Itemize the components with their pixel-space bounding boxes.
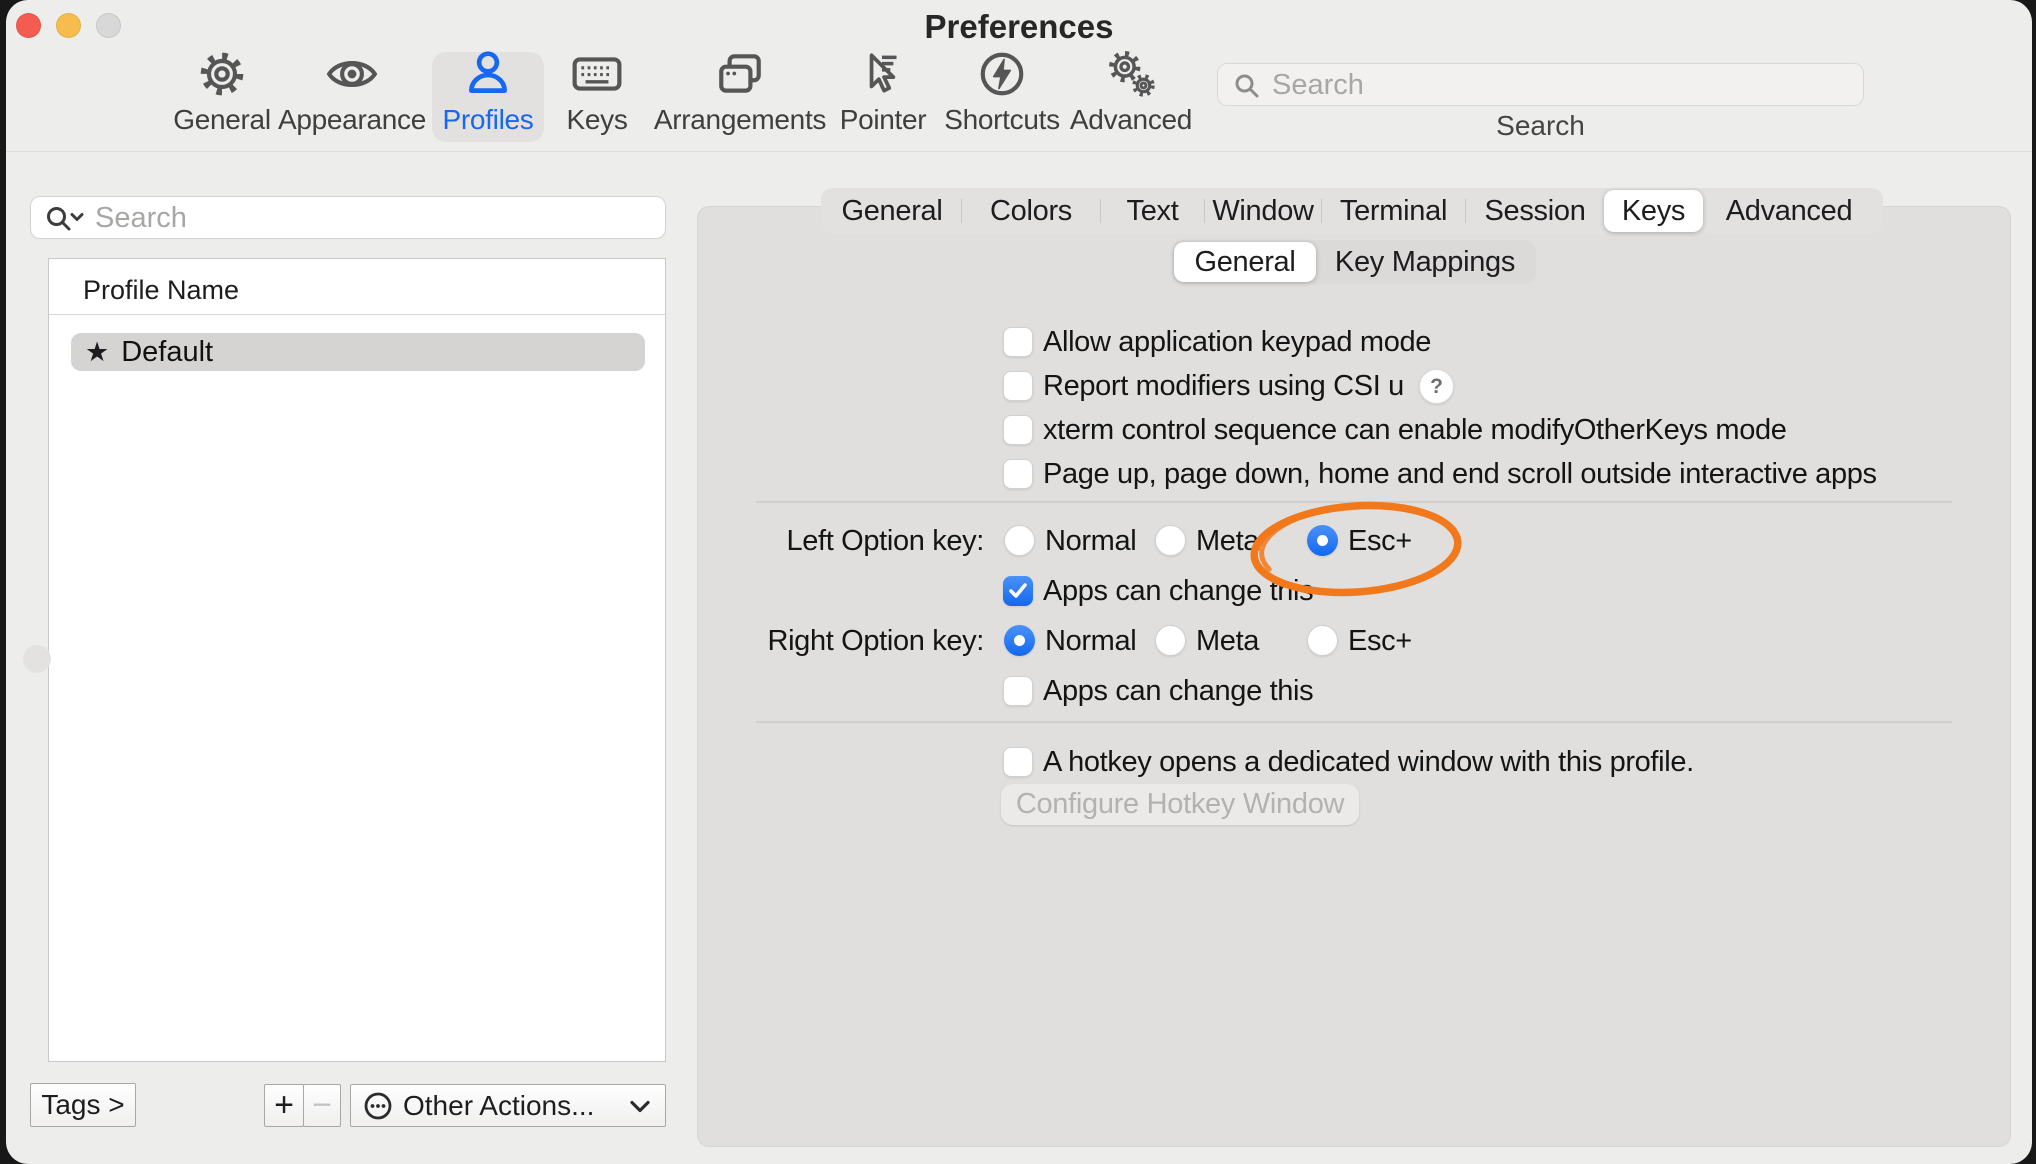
tab-window[interactable]: Window	[1205, 190, 1321, 232]
minus-icon: −	[312, 1086, 332, 1125]
tab-session[interactable]: Session	[1466, 190, 1604, 232]
hotkey-row: A hotkey opens a dedicated window with t…	[698, 742, 2010, 782]
add-profile-button[interactable]: +	[264, 1084, 304, 1127]
right-option-esc-radio[interactable]	[1307, 625, 1338, 656]
checkbox-label: Page up, page down, home and end scroll …	[1043, 454, 1877, 494]
eye-icon	[326, 48, 378, 100]
bolt-circle-icon	[976, 48, 1028, 100]
magnifier-chevron-icon	[45, 205, 87, 233]
right-apps-change-checkbox[interactable]	[1003, 676, 1033, 706]
toolbar-search-label: Search	[1217, 110, 1864, 142]
checkbox-label: xterm control sequence can enable modify…	[1043, 410, 1787, 450]
modify-other-keys-checkbox[interactable]	[1003, 415, 1033, 445]
left-option-esc-radio[interactable]	[1307, 525, 1338, 556]
keys-settings-panel: Allow application keypad mode Report mod…	[697, 206, 2011, 1147]
star-icon: ★	[85, 337, 109, 368]
checkbox-row: Page up, page down, home and end scroll …	[698, 454, 2010, 494]
keyboard-icon	[571, 48, 623, 100]
remove-profile-button[interactable]: −	[303, 1084, 341, 1127]
checkmark-icon	[1008, 582, 1028, 600]
toolbar-label: Advanced	[1043, 104, 1219, 136]
gear-icon	[196, 48, 248, 100]
radio-label: Meta	[1196, 621, 1259, 661]
profile-search-field[interactable]	[30, 196, 666, 239]
help-button[interactable]: ?	[1419, 369, 1454, 404]
cursor-icon	[857, 48, 909, 100]
csi-u-checkbox[interactable]	[1003, 371, 1033, 401]
checkbox-label: Apps can change this	[1043, 671, 1313, 711]
sidebar-edge-dot	[23, 645, 51, 673]
other-actions-dropdown[interactable]: Other Actions...	[350, 1084, 666, 1127]
section-divider	[756, 501, 1952, 503]
profile-name: Default	[121, 336, 213, 369]
right-option-row: Right Option key: Normal Meta Esc+	[698, 621, 2010, 661]
checkbox-row: Allow application keypad mode	[698, 322, 2010, 362]
right-option-normal-radio[interactable]	[1004, 625, 1035, 656]
left-option-normal-radio[interactable]	[1004, 525, 1035, 556]
left-option-row: Left Option key: Normal Meta Esc+	[698, 521, 2010, 561]
left-apps-change-row: Apps can change this	[698, 571, 2010, 611]
section-divider	[756, 721, 1952, 723]
tab-text[interactable]: Text	[1101, 190, 1204, 232]
radio-label: Esc+	[1348, 621, 1412, 661]
keys-subtab-bar: General Key Mappings	[1172, 240, 1536, 284]
subtab-key-mappings[interactable]: Key Mappings	[1316, 242, 1534, 282]
tab-colors[interactable]: Colors	[962, 190, 1100, 232]
checkbox-row: xterm control sequence can enable modify…	[698, 410, 2010, 450]
tab-general[interactable]: General	[823, 190, 961, 232]
allow-keypad-checkbox[interactable]	[1003, 327, 1033, 357]
checkbox-label: Allow application keypad mode	[1043, 322, 1431, 362]
toolbar-item-advanced[interactable]: Advanced	[1043, 48, 1219, 144]
configure-hotkey-window-label: Configure Hotkey Window	[1016, 788, 1344, 821]
magnifier-icon	[1234, 73, 1260, 99]
right-apps-change-row: Apps can change this	[698, 671, 2010, 711]
radio-label: Esc+	[1348, 521, 1412, 561]
ellipsis-circle-icon	[363, 1091, 393, 1121]
checkbox-row: Report modifiers using CSI u ?	[698, 366, 2010, 406]
gears-icon	[1105, 48, 1157, 100]
checkbox-label: A hotkey opens a dedicated window with t…	[1043, 742, 1694, 782]
windows-icon	[714, 48, 766, 100]
tab-advanced[interactable]: Advanced	[1703, 190, 1875, 232]
subtab-general[interactable]: General	[1174, 242, 1316, 282]
window-title: Preferences	[6, 8, 2032, 46]
hotkey-checkbox[interactable]	[1003, 747, 1033, 777]
person-icon	[462, 48, 514, 100]
checkbox-label: Apps can change this	[1043, 571, 1313, 611]
profile-search-input[interactable]	[93, 199, 657, 237]
profile-list: Profile Name ★ Default	[48, 258, 666, 1062]
other-actions-label: Other Actions...	[403, 1090, 594, 1122]
radio-label: Normal	[1045, 521, 1136, 561]
toolbar-search-field[interactable]	[1217, 63, 1864, 106]
tab-keys[interactable]: Keys	[1604, 190, 1703, 232]
chevron-down-icon	[629, 1100, 651, 1114]
left-option-meta-radio[interactable]	[1155, 525, 1186, 556]
radio-label: Meta	[1196, 521, 1259, 561]
toolbar-search-input[interactable]	[1270, 66, 1854, 104]
list-header-divider	[49, 314, 665, 315]
profile-row-default[interactable]: ★ Default	[71, 333, 645, 371]
left-option-label: Left Option key:	[698, 521, 984, 561]
page-scroll-checkbox[interactable]	[1003, 459, 1033, 489]
tags-button[interactable]: Tags >	[30, 1083, 136, 1127]
plus-icon: +	[274, 1086, 294, 1125]
left-apps-change-checkbox[interactable]	[1003, 576, 1033, 606]
tab-terminal[interactable]: Terminal	[1322, 190, 1465, 232]
profile-list-header: Profile Name	[83, 275, 239, 306]
preferences-window: Preferences General Appearance Profiles	[6, 0, 2032, 1164]
radio-label: Normal	[1045, 621, 1136, 661]
right-option-label: Right Option key:	[698, 621, 984, 661]
profile-tab-bar: General Colors Text Window Terminal Sess…	[821, 188, 1883, 234]
checkbox-label: Report modifiers using CSI u	[1043, 366, 1404, 406]
toolbar-separator	[6, 151, 2032, 152]
tags-button-label: Tags >	[41, 1089, 124, 1121]
right-option-meta-radio[interactable]	[1155, 625, 1186, 656]
configure-hotkey-window-button[interactable]: Configure Hotkey Window	[1001, 784, 1359, 825]
